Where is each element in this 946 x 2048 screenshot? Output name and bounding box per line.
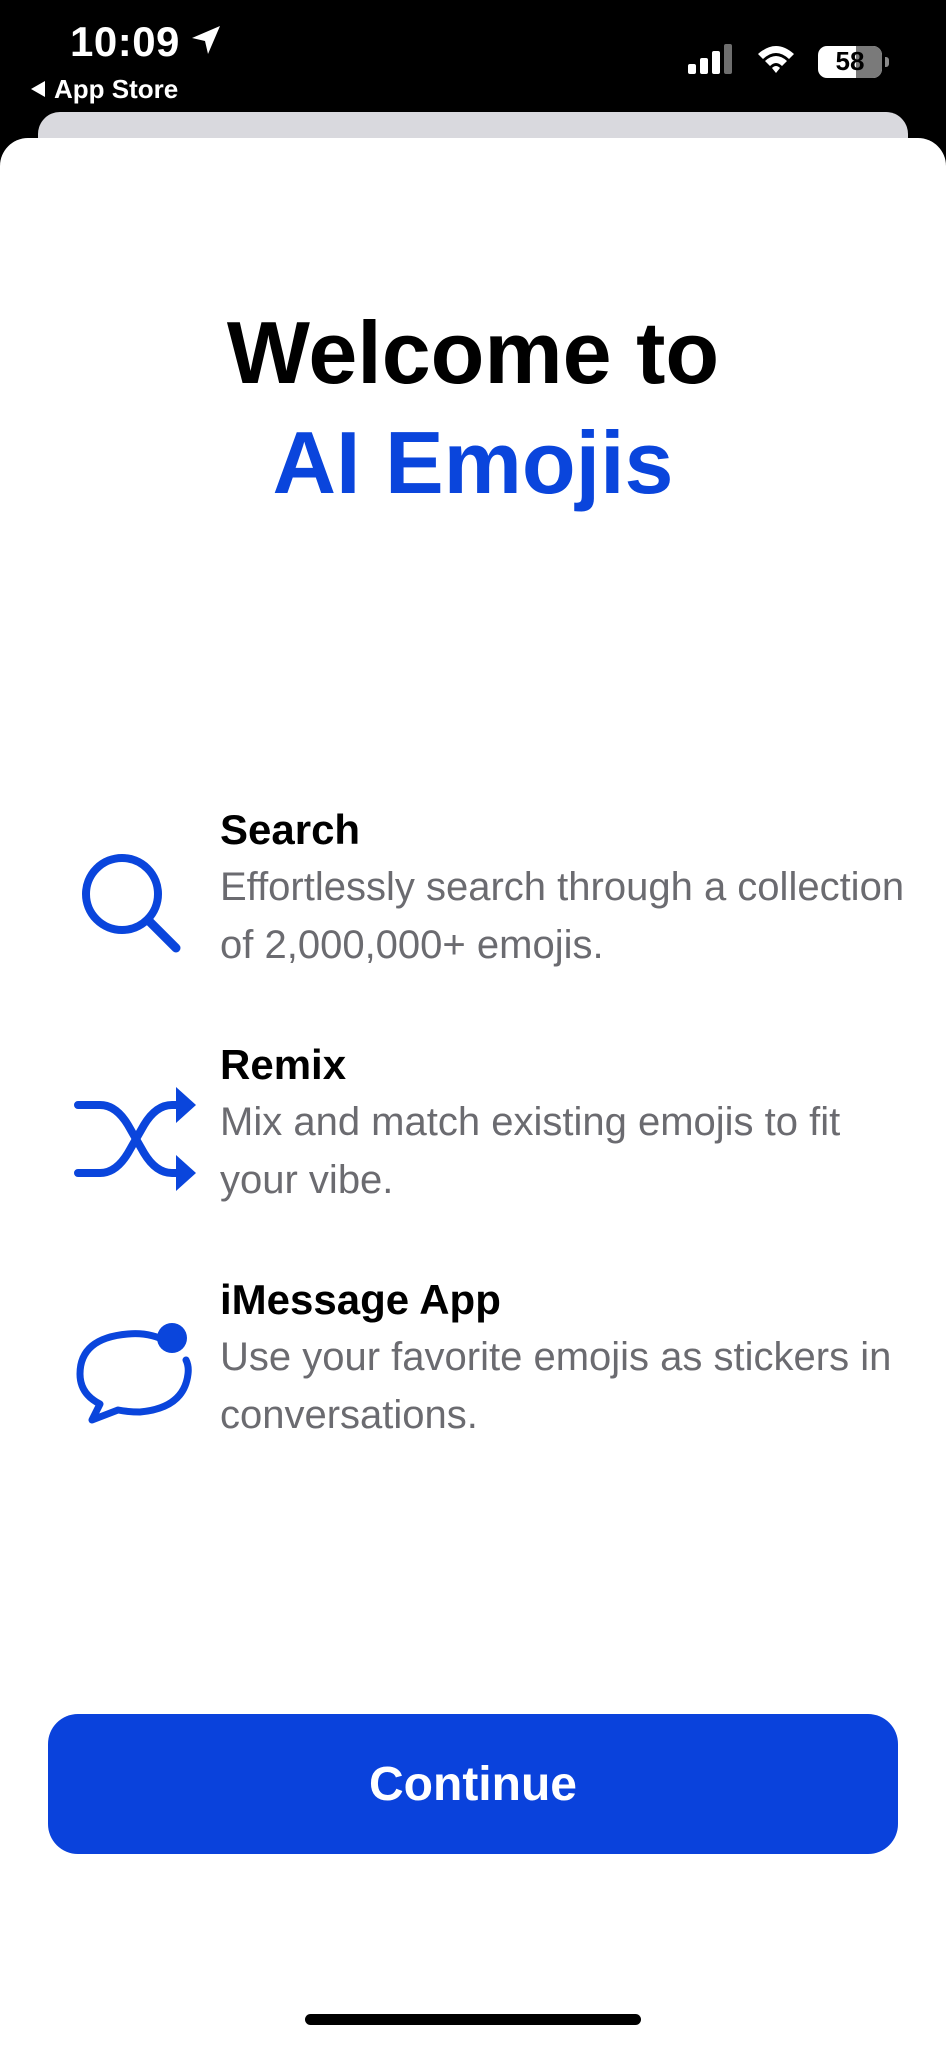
- home-indicator[interactable]: [305, 2014, 641, 2025]
- feature-search-text: Search Effortlessly search through a col…: [220, 802, 920, 974]
- feature-title: Search: [220, 806, 361, 853]
- feature-search: Search Effortlessly search through a col…: [0, 802, 946, 1002]
- battery-icon: 58: [818, 45, 889, 78]
- magnifying-glass-icon: [72, 842, 202, 972]
- time-text: 10:09: [70, 18, 180, 65]
- feature-description: Mix and match existing emojis to fit you…: [220, 1100, 841, 1202]
- feature-remix-text: Remix Mix and match existing emojis to f…: [220, 1037, 920, 1209]
- feature-title: iMessage App: [220, 1276, 501, 1323]
- back-label: App Store: [54, 74, 179, 104]
- continue-button[interactable]: Continue: [48, 1714, 898, 1854]
- back-triangle-icon: [30, 74, 46, 105]
- status-indicators: 58: [688, 44, 889, 79]
- feature-description: Effortlessly search through a collection…: [220, 865, 905, 967]
- feature-description: Use your favorite emojis as stickers in …: [220, 1335, 892, 1437]
- welcome-line-1: Welcome to: [226, 303, 720, 402]
- wifi-icon: [756, 44, 796, 79]
- feature-title: Remix: [220, 1041, 347, 1088]
- welcome-title: Welcome to AI Emojis: [0, 298, 946, 518]
- app-name: AI Emojis: [272, 413, 674, 512]
- feature-imessage: iMessage App Use your favorite emojis as…: [0, 1272, 946, 1472]
- cellular-signal-icon: [688, 44, 734, 79]
- feature-imessage-text: iMessage App Use your favorite emojis as…: [220, 1272, 920, 1444]
- shuffle-icon: [72, 1069, 202, 1199]
- battery-level: 58: [835, 46, 865, 76]
- screen: 10:09 App Store 58 Welcome to AI Emojis …: [0, 0, 946, 2048]
- feature-remix: Remix Mix and match existing emojis to f…: [0, 1037, 946, 1237]
- message-bubble-icon: [72, 1312, 202, 1442]
- location-arrow-icon: [190, 18, 222, 66]
- status-time: 10:09: [70, 18, 222, 66]
- back-to-app-store[interactable]: App Store: [30, 74, 178, 105]
